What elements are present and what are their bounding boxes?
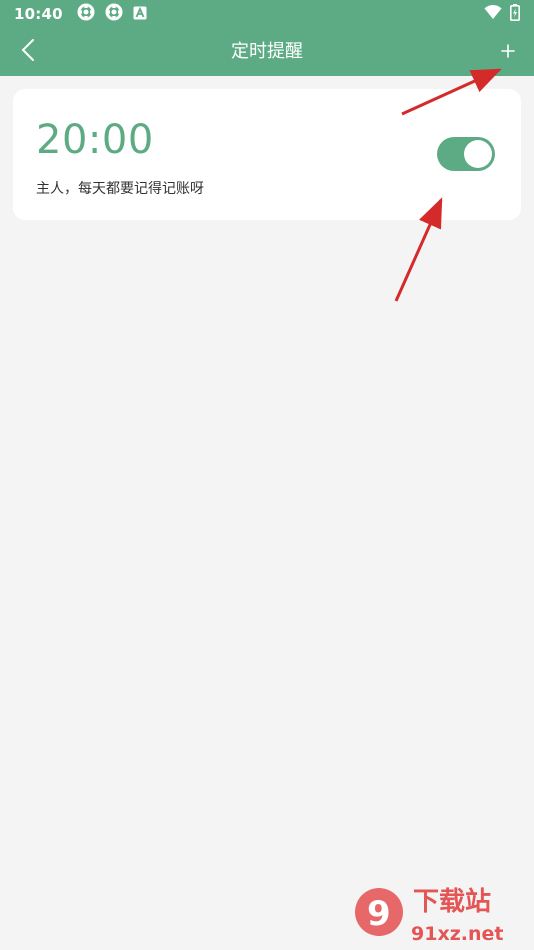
toggle-knob	[464, 140, 492, 168]
watermark-logo: 9 下载站 91xz.net	[355, 887, 503, 945]
app-bar: 定时提醒	[0, 28, 534, 76]
status-time: 10:40	[14, 5, 63, 23]
add-reminder-button[interactable]	[490, 34, 526, 70]
status-right-icons	[484, 3, 520, 25]
reminder-message: 主人，每天都要记得记账呀	[36, 181, 204, 197]
settings-gear-icon	[77, 3, 95, 25]
plus-icon	[501, 43, 515, 62]
status-bar: 10:40	[0, 0, 534, 28]
reminder-toggle[interactable]	[437, 137, 495, 171]
watermark-cn-text: 下载站	[413, 887, 491, 917]
battery-charging-icon	[510, 3, 520, 25]
watermark-domain-text: 91xz.net	[411, 923, 503, 945]
wifi-icon	[484, 4, 502, 24]
notification-a-icon	[133, 5, 147, 24]
settings-gear-icon	[105, 3, 123, 25]
watermark-logo-number: 9	[367, 894, 391, 934]
reminder-time: 20:00	[36, 117, 154, 163]
page-title: 定时提醒	[231, 41, 303, 62]
reminder-card[interactable]: 20:00 主人，每天都要记得记账呀	[13, 89, 521, 220]
status-left-icons	[77, 3, 147, 25]
